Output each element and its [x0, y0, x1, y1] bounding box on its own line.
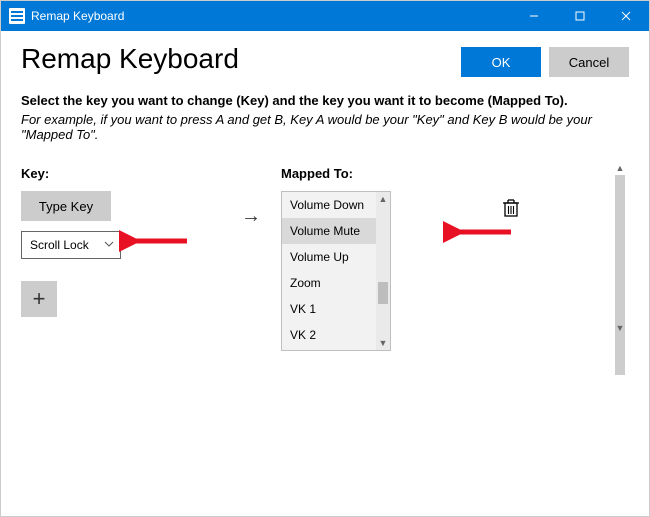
scroll-up-icon: ▲: [613, 163, 627, 173]
window-titlebar: Remap Keyboard: [1, 1, 649, 31]
type-key-button[interactable]: Type Key: [21, 191, 111, 221]
listbox-scroll-thumb[interactable]: [378, 282, 388, 304]
mapped-to-label: Mapped To:: [281, 166, 481, 181]
minimize-icon: [529, 11, 539, 21]
key-dropdown-value: Scroll Lock: [30, 238, 89, 252]
window-minimize-button[interactable]: [511, 1, 557, 31]
plus-icon: +: [33, 286, 46, 312]
maps-to-arrow: →: [221, 166, 281, 266]
page-title: Remap Keyboard: [21, 43, 239, 75]
content-scroll-thumb[interactable]: [615, 175, 625, 375]
arrow-right-icon: →: [241, 205, 261, 228]
scroll-down-icon: ▼: [379, 336, 388, 350]
window-maximize-button[interactable]: [557, 1, 603, 31]
instruction-primary: Select the key you want to change (Key) …: [21, 93, 611, 108]
scroll-up-icon: ▲: [379, 192, 388, 206]
key-column: Key: Type Key Scroll Lock +: [21, 166, 221, 317]
list-item[interactable]: Volume Down: [282, 192, 376, 218]
window-close-button[interactable]: [603, 1, 649, 31]
close-icon: [621, 11, 631, 21]
list-item[interactable]: VK 2: [282, 322, 376, 348]
mapped-to-column: Mapped To: Volume DownVolume MuteVolume …: [281, 166, 481, 351]
window-title: Remap Keyboard: [31, 9, 124, 23]
list-item[interactable]: Volume Up: [282, 244, 376, 270]
key-dropdown[interactable]: Scroll Lock: [21, 231, 121, 259]
app-icon: [9, 8, 25, 24]
listbox-scrollbar[interactable]: ▲ ▼: [376, 192, 390, 350]
instruction-example: For example, if you want to press A and …: [21, 112, 611, 142]
delete-mapping-button[interactable]: [502, 198, 520, 223]
list-item[interactable]: VK 1: [282, 296, 376, 322]
chevron-down-icon: [104, 238, 114, 252]
key-label: Key:: [21, 166, 221, 181]
mapped-to-listbox[interactable]: Volume DownVolume MuteVolume UpZoomVK 1V…: [281, 191, 391, 351]
cancel-button[interactable]: Cancel: [549, 47, 629, 77]
add-mapping-button[interactable]: +: [21, 281, 57, 317]
list-item[interactable]: Volume Mute: [282, 218, 376, 244]
list-item[interactable]: Zoom: [282, 270, 376, 296]
content-scrollbar[interactable]: ▲ ▼: [613, 165, 627, 331]
scroll-down-icon: ▼: [613, 323, 627, 333]
ok-button[interactable]: OK: [461, 47, 541, 77]
trash-icon: [502, 198, 520, 218]
maximize-icon: [575, 11, 585, 21]
